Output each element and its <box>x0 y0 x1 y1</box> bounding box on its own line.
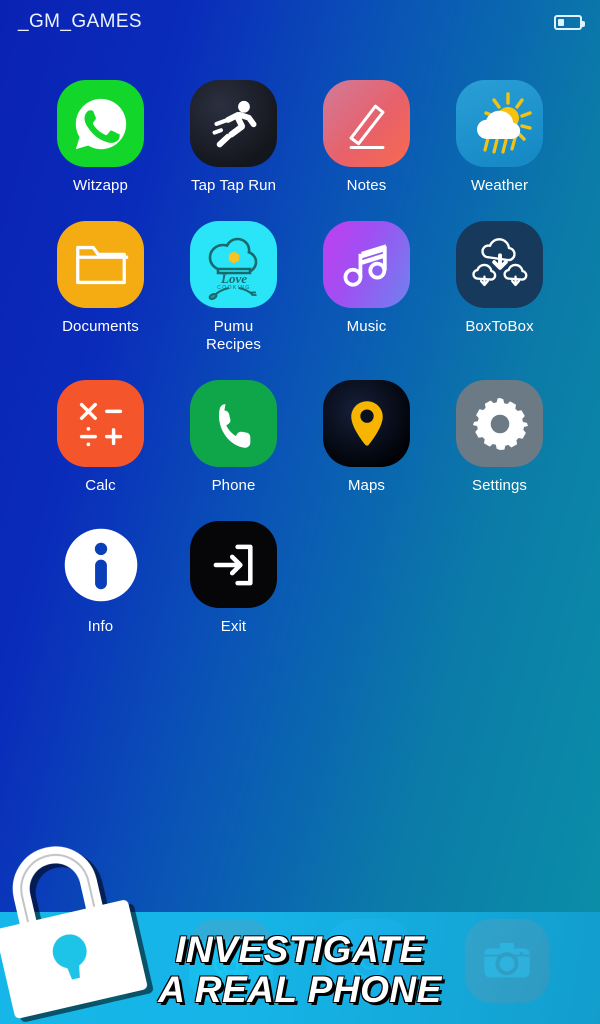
app-icon-calc[interactable]: Calc <box>34 366 167 495</box>
app-icon-settings[interactable]: Settings <box>433 366 566 495</box>
app-icon-notes[interactable]: Notes <box>300 66 433 195</box>
calculator-operators-icon <box>57 380 144 467</box>
app-label: Settings <box>472 477 527 494</box>
map-pin-icon <box>323 380 410 467</box>
app-icon-info[interactable]: Info <box>34 507 167 636</box>
app-label: Music <box>346 318 387 335</box>
whatsapp-icon <box>57 80 144 167</box>
app-label: Phone <box>211 477 256 494</box>
info-circle-icon <box>57 521 144 608</box>
app-icon-pumu-recipes[interactable]: Love COOKING Pumu Recipes <box>167 207 300 354</box>
status-bar: _GM_GAMES <box>0 0 600 44</box>
chef-hat-icon: Love COOKING <box>190 221 277 308</box>
sun-cloud-icon <box>456 80 543 167</box>
status-bar-title: _GM_GAMES <box>18 11 142 32</box>
cloud-download-icon <box>456 221 543 308</box>
app-icon-weather[interactable]: Weather <box>433 66 566 195</box>
phone-handset-icon <box>190 380 277 467</box>
pencil-icon <box>323 80 410 167</box>
padlock-icon <box>0 813 156 1022</box>
app-label: Calc <box>85 477 116 494</box>
app-icon-witzapp[interactable]: Witzapp <box>34 66 167 195</box>
runner-icon <box>190 80 277 167</box>
exit-arrow-icon <box>190 521 277 608</box>
svg-text:Love: Love <box>220 271 247 286</box>
app-icon-exit[interactable]: Exit <box>167 507 300 636</box>
app-icon-maps[interactable]: Maps <box>300 366 433 495</box>
app-grid: Witzapp Tap Tap Run Notes Weather Docume… <box>0 66 600 636</box>
battery-low-icon <box>554 14 585 30</box>
app-label: Info <box>87 618 114 635</box>
app-icon-tap-tap-run[interactable]: Tap Tap Run <box>167 66 300 195</box>
app-label: Pumu Recipes <box>206 318 261 353</box>
app-icon-phone[interactable]: Phone <box>167 366 300 495</box>
app-label: Tap Tap Run <box>190 177 277 194</box>
music-note-icon <box>323 221 410 308</box>
app-icon-documents[interactable]: Documents <box>34 207 167 354</box>
app-label: Witzapp <box>73 177 128 194</box>
app-label: Maps <box>347 477 386 494</box>
gear-icon <box>456 380 543 467</box>
app-label: BoxToBox <box>465 318 534 335</box>
app-label: Notes <box>346 177 387 194</box>
app-icon-boxtobox[interactable]: BoxToBox <box>433 207 566 354</box>
app-icon-music[interactable]: Music <box>300 207 433 354</box>
folder-icon <box>57 221 144 308</box>
app-label: Exit <box>220 618 247 635</box>
app-label: Weather <box>470 177 529 194</box>
app-label: Documents <box>62 318 139 335</box>
